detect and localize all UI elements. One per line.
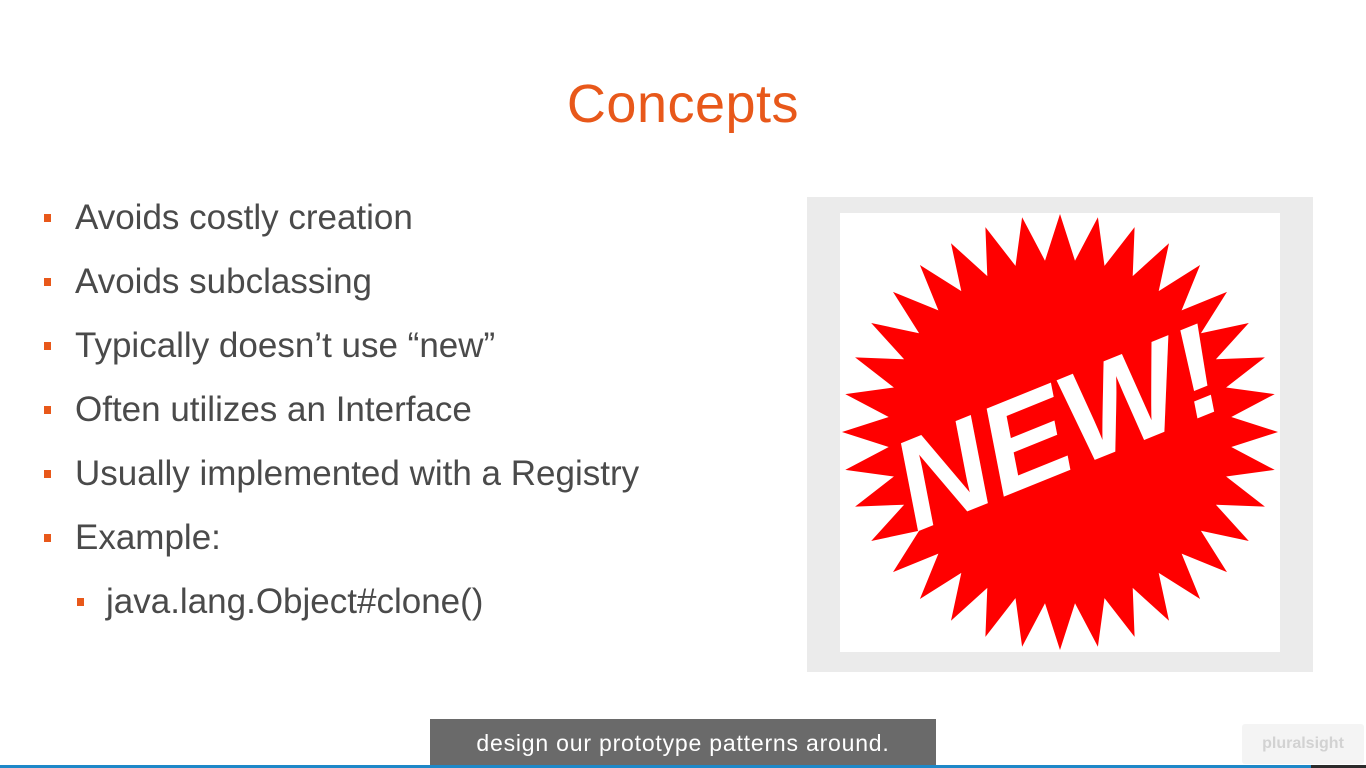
sub-bullet-item: java.lang.Object#clone()	[44, 570, 639, 634]
bullet-marker-icon	[44, 278, 51, 286]
starburst-icon: NEW!	[842, 214, 1278, 650]
subtitle-caption: design our prototype patterns around.	[430, 719, 936, 767]
bullet-text: Example:	[75, 518, 221, 557]
bullet-marker-icon	[44, 470, 51, 478]
bullet-text: Typically doesn’t use “new”	[75, 326, 496, 365]
bullet-text: Avoids costly creation	[75, 198, 413, 237]
bullet-marker-icon	[44, 534, 51, 542]
bullet-marker-icon	[44, 406, 51, 414]
slide-title: Concepts	[566, 74, 800, 134]
bullet-item: Often utilizes an Interface	[44, 378, 639, 442]
bullet-item: Avoids subclassing	[44, 250, 639, 314]
sub-bullet-text: java.lang.Object#clone()	[106, 582, 484, 621]
bullet-item: Typically doesn’t use “new”	[44, 314, 639, 378]
slide: Concepts Avoids costly creation Avoids s…	[0, 0, 1366, 768]
bullet-text: Avoids subclassing	[75, 262, 373, 301]
new-image: NEW!	[840, 213, 1280, 652]
bullet-item: Avoids costly creation	[44, 186, 639, 250]
bullet-item: Example:	[44, 506, 639, 570]
bullet-text: Often utilizes an Interface	[75, 390, 472, 429]
bullet-item: Usually implemented with a Registry	[44, 442, 639, 506]
bullet-text: Usually implemented with a Registry	[75, 454, 640, 493]
bullet-marker-icon	[44, 214, 51, 222]
pluralsight-logo: pluralsight	[1242, 724, 1364, 764]
bullet-marker-icon	[44, 342, 51, 350]
bullet-list: Avoids costly creation Avoids subclassin…	[44, 186, 639, 634]
new-image-frame: NEW!	[807, 197, 1313, 672]
bullet-marker-icon	[77, 598, 84, 606]
